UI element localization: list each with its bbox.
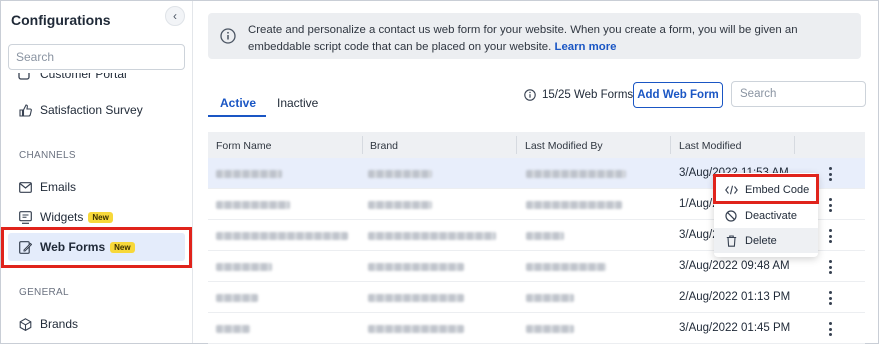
column-divider <box>516 136 517 154</box>
sidebar-scroll-clip: Customer Portal <box>1 73 192 85</box>
redacted-brand <box>368 201 432 209</box>
sidebar-item-label: Satisfaction Survey <box>40 103 143 117</box>
thumbs-up-icon <box>18 103 32 117</box>
redacted-brand <box>368 294 464 302</box>
form-count: 15/25 Web Forms <box>524 89 633 101</box>
banner-message: Create and personalize a contact us web … <box>248 24 798 53</box>
main-panel: Create and personalize a contact us web … <box>194 1 878 344</box>
sidebar-item-label: Emails <box>40 180 77 194</box>
banner-text: Create and personalize a contact us web … <box>248 22 848 56</box>
form-count-text: 15/25 Web Forms <box>542 89 634 101</box>
last-modified-cell: 3/Aug/2022 01:45 PM <box>679 322 791 334</box>
redacted-modified-by <box>526 201 622 209</box>
column-divider <box>362 136 363 154</box>
more-options-icon[interactable] <box>825 227 835 245</box>
block-icon <box>724 209 738 222</box>
section-label-channels: CHANNELS <box>19 150 76 161</box>
sidebar-item-label: Customer Portal <box>40 73 127 81</box>
menu-item-delete[interactable]: Delete <box>714 228 818 253</box>
sidebar: Configurations ‹ Customer Portal Satisfa… <box>1 1 193 343</box>
table-row[interactable]: 2/Aug/2022 01:13 PM <box>208 282 865 313</box>
more-options-icon[interactable] <box>825 289 835 307</box>
collapse-sidebar-button[interactable]: ‹ <box>165 6 185 26</box>
column-header-form-name[interactable]: Form Name <box>216 140 271 152</box>
column-divider <box>794 136 795 154</box>
section-label-general: GENERAL <box>19 287 69 298</box>
redacted-brand <box>368 170 432 178</box>
info-icon <box>220 28 236 47</box>
widget-icon <box>18 210 32 224</box>
last-modified-cell: 2/Aug/2022 01:13 PM <box>679 291 791 303</box>
redacted-brand <box>368 325 464 333</box>
active-tab-underline <box>208 115 266 117</box>
add-web-form-button[interactable]: Add Web Form <box>633 82 723 108</box>
table-row[interactable]: 3/Aug/2022 01:45 PM <box>208 313 865 344</box>
more-options-icon[interactable] <box>825 258 835 276</box>
redacted-form-name <box>216 325 250 333</box>
last-modified-cell: 3/Aug/2022 09:48 AM <box>679 260 790 272</box>
redacted-modified-by <box>526 294 574 302</box>
sidebar-item-label: Widgets <box>40 210 84 224</box>
menu-item-deactivate[interactable]: Deactivate <box>714 203 818 228</box>
redacted-brand <box>368 232 496 240</box>
menu-item-label: Delete <box>745 234 777 247</box>
sidebar-item-emails[interactable]: Emails <box>8 173 185 201</box>
sidebar-search-input[interactable] <box>8 44 185 70</box>
menu-item-label: Deactivate <box>745 209 797 222</box>
column-divider <box>670 136 671 154</box>
tab-inactive[interactable]: Inactive <box>277 96 318 110</box>
redacted-form-name <box>216 170 282 178</box>
info-icon <box>524 89 536 101</box>
info-banner: Create and personalize a contact us web … <box>208 13 861 59</box>
column-header-last-modified-by[interactable]: Last Modified By <box>525 140 603 152</box>
redacted-form-name <box>216 201 290 209</box>
redacted-form-name <box>216 263 272 271</box>
redacted-form-name <box>216 232 348 240</box>
mail-icon <box>18 180 32 194</box>
redacted-modified-by <box>526 325 574 333</box>
portal-icon <box>18 73 32 80</box>
trash-icon <box>724 234 738 247</box>
sidebar-item-satisfaction-survey[interactable]: Satisfaction Survey <box>8 96 185 124</box>
more-options-icon[interactable] <box>825 320 835 338</box>
more-options-icon[interactable] <box>825 165 835 183</box>
highlight-box-embed-code <box>713 174 819 204</box>
sidebar-item-brands[interactable]: Brands <box>8 310 185 338</box>
redacted-modified-by <box>526 170 626 178</box>
web-forms-search-input[interactable] <box>731 81 866 107</box>
column-header-last-modified[interactable]: Last Modified <box>679 140 741 152</box>
redacted-brand <box>368 263 464 271</box>
tab-active[interactable]: Active <box>220 96 256 110</box>
new-badge: New <box>88 211 113 223</box>
learn-more-link[interactable]: Learn more <box>554 41 616 53</box>
column-header-brand[interactable]: Brand <box>370 140 398 152</box>
chevron-left-icon: ‹ <box>173 9 177 23</box>
redacted-modified-by <box>526 232 564 240</box>
redacted-modified-by <box>526 263 606 271</box>
sidebar-title: Configurations <box>11 12 111 28</box>
table-header: Form Name Brand Last Modified By Last Mo… <box>208 132 865 158</box>
redacted-form-name <box>216 294 258 302</box>
sidebar-item-label: Brands <box>40 317 79 331</box>
sidebar-item-customer-portal[interactable]: Customer Portal <box>18 73 127 81</box>
more-options-icon[interactable] <box>825 196 835 214</box>
cube-icon <box>18 317 32 331</box>
highlight-box-web-forms <box>1 227 192 268</box>
